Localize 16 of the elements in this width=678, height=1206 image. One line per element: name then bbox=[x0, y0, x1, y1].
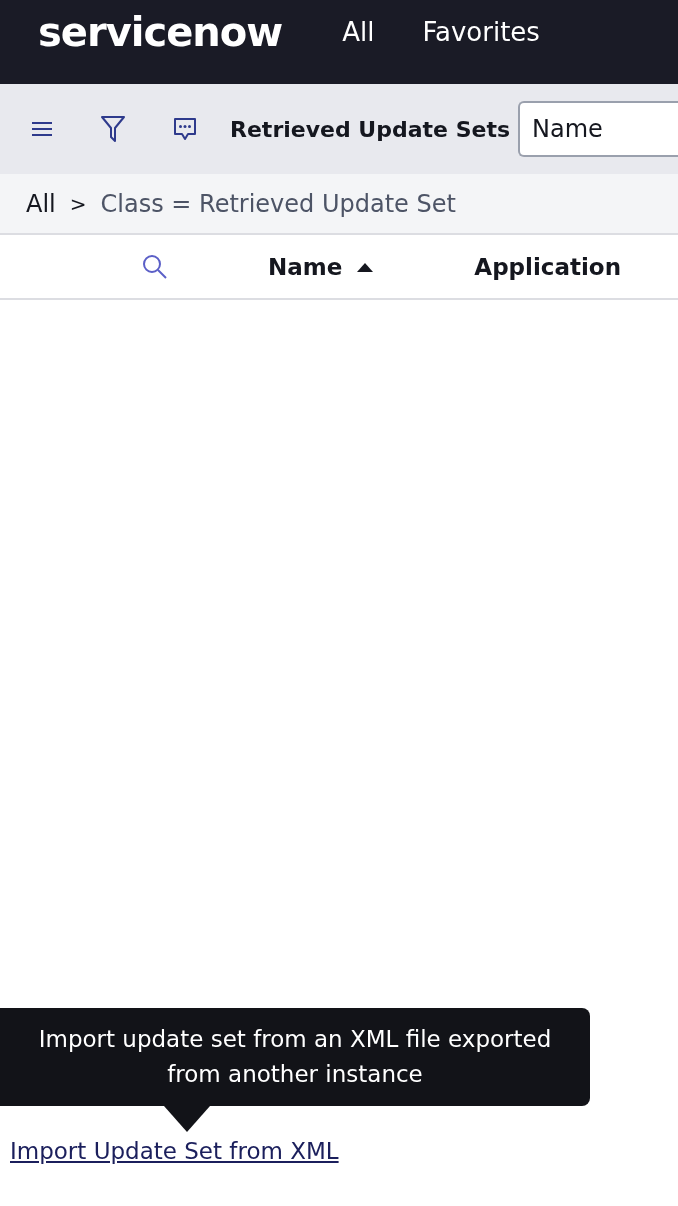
column-header[interactable]: Application bbox=[474, 253, 622, 280]
search-icon[interactable] bbox=[142, 253, 168, 280]
logo[interactable]: servicenow bbox=[38, 9, 283, 55]
list-title: Retrieved Update Sets bbox=[230, 116, 511, 142]
breadcrumb-separator: > bbox=[69, 191, 87, 216]
import-link[interactable]: Import Update Set from XML bbox=[10, 1138, 339, 1164]
search-field[interactable]: Name bbox=[518, 101, 678, 157]
tooltip-text: Import update set from an XML file exported from another instance bbox=[38, 1026, 552, 1087]
breadcrumb-link[interactable]: All bbox=[26, 189, 56, 218]
filter-icon[interactable] bbox=[100, 115, 126, 143]
menu-icon[interactable] bbox=[30, 121, 54, 137]
nav-link[interactable]: Favorites bbox=[422, 17, 540, 47]
breadcrumb-link[interactable]: Class = Retrieved Update Set bbox=[100, 189, 456, 218]
column-header[interactable]: Name bbox=[268, 253, 375, 280]
chat-icon[interactable] bbox=[172, 116, 198, 142]
nav-link[interactable]: All bbox=[342, 17, 375, 47]
